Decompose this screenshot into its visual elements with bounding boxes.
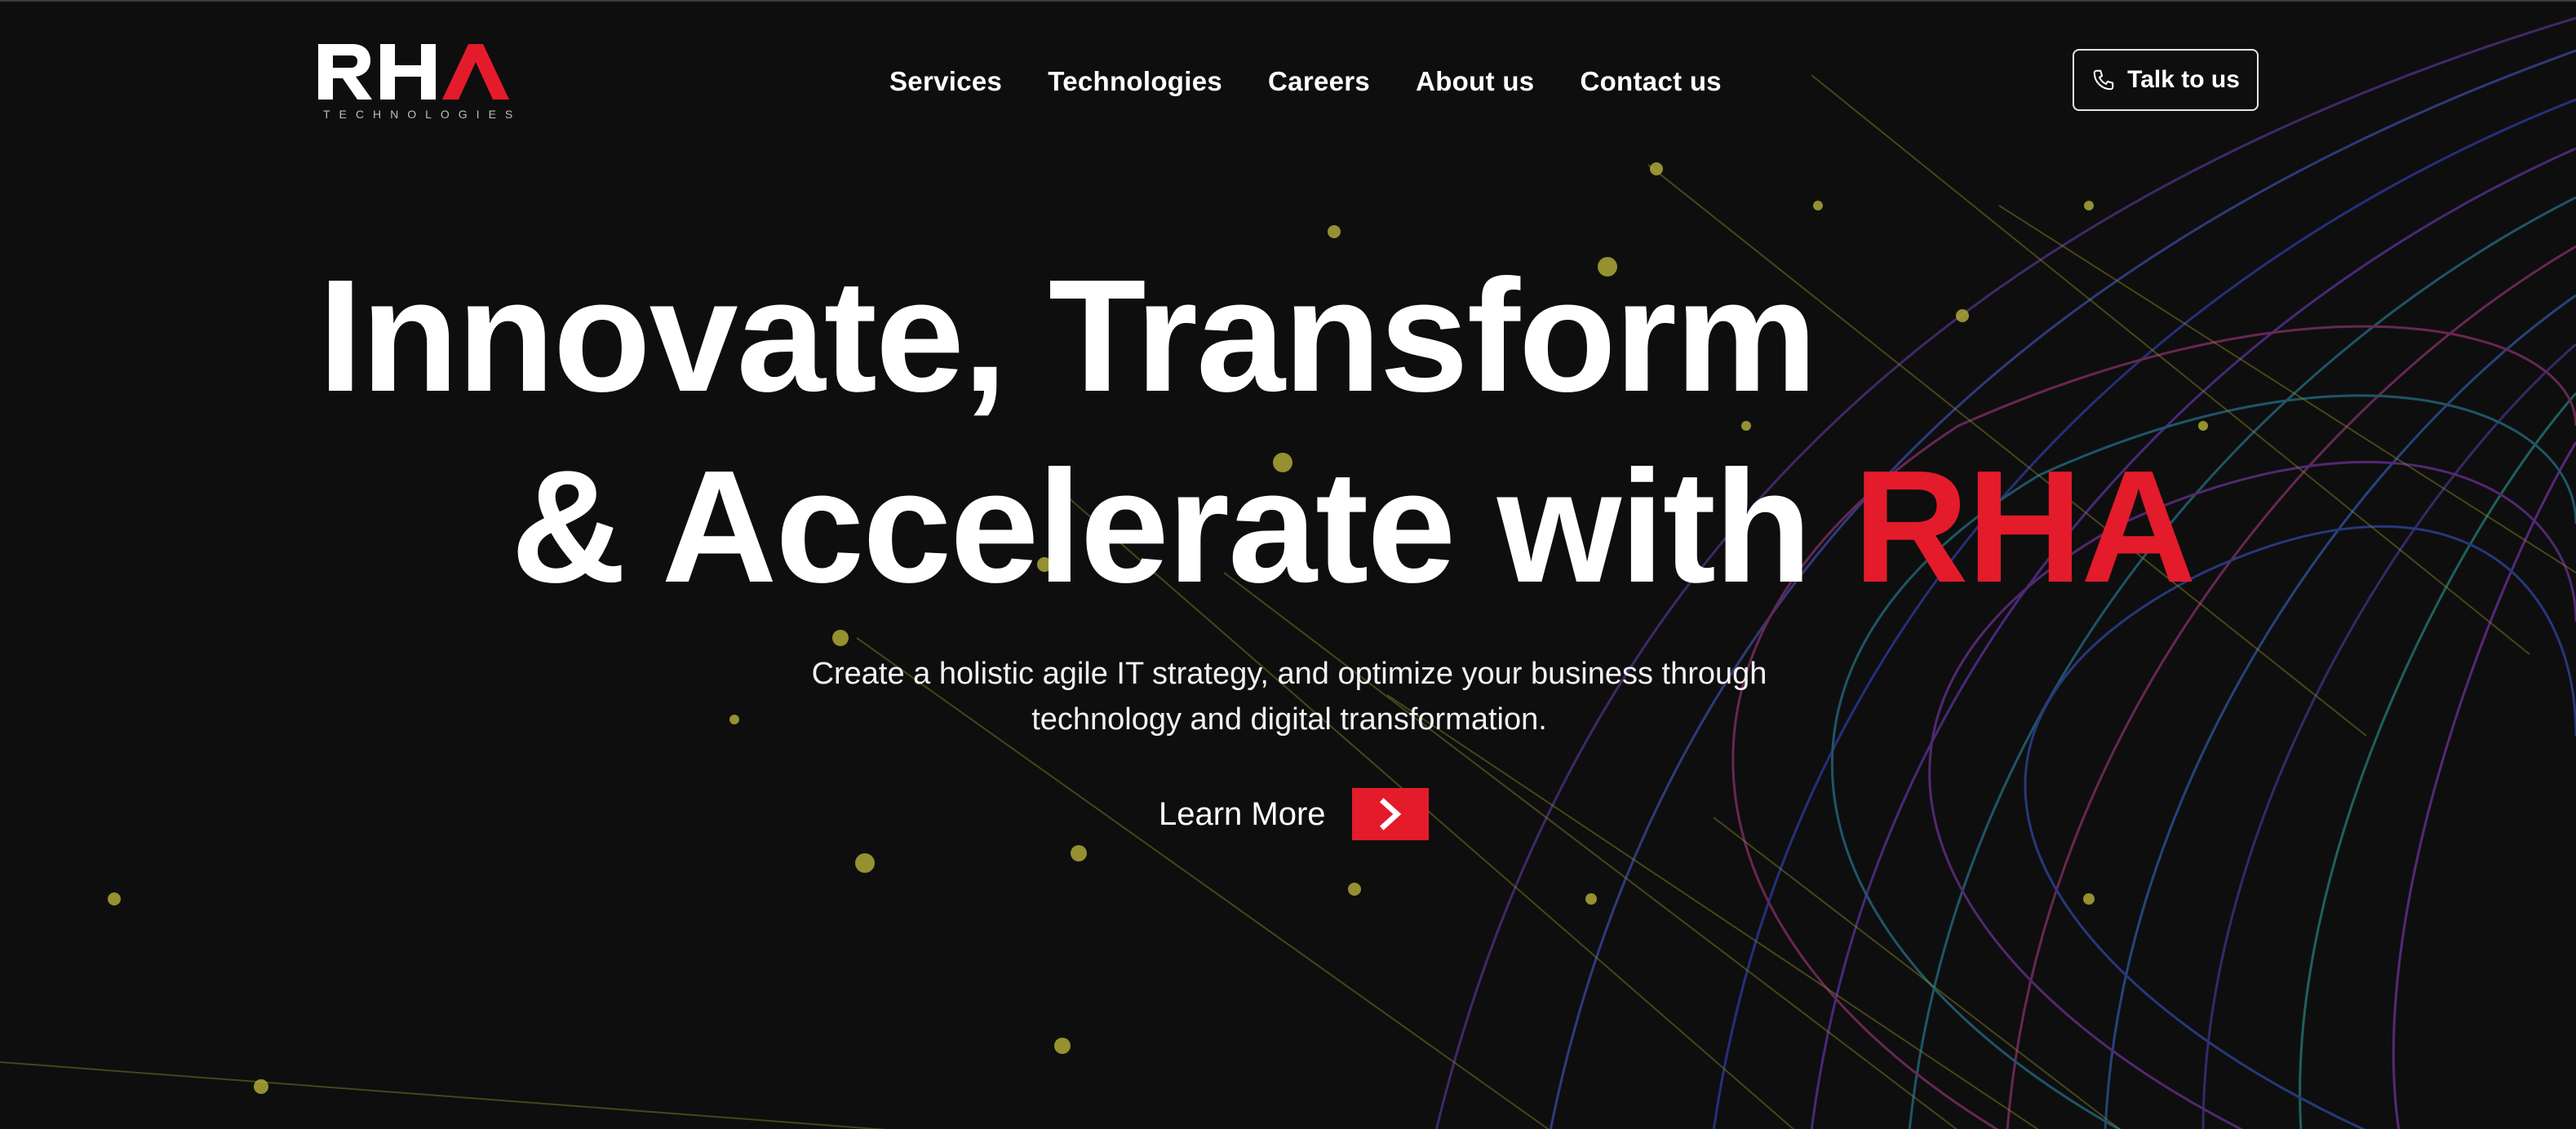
logo-subtext: TECHNOLOGIES [323,108,522,121]
learn-more-button[interactable]: Learn More [1159,786,1429,842]
chevron-right-icon [1379,798,1401,830]
hero-headline-accent: RHA [1853,437,2197,616]
hero-subtitle-line1: Create a holistic agile IT strategy, and… [811,657,1767,691]
main-nav: Services Technologies Careers About us C… [889,62,1722,101]
learn-more-arrow-box[interactable] [1351,788,1429,840]
hero-section: TECHNOLOGIES Services Technologies Caree… [0,0,2576,1129]
rha-logo[interactable]: TECHNOLOGIES [317,41,512,126]
nav-link-contact-us[interactable]: Contact us [1580,66,1722,97]
hero-headline-prefix: & Accelerate with [511,437,1812,616]
phone-icon [2093,69,2114,91]
nav-link-technologies[interactable]: Technologies [1048,66,1222,97]
hero-subtitle-line2: technology and digital transformation. [1031,702,1547,737]
nav-link-services[interactable]: Services [889,66,1002,97]
hero-headline-line1: Innovate, Transform [318,246,1817,425]
nav-link-about-us[interactable]: About us [1416,66,1534,97]
learn-more-label: Learn More [1159,795,1326,832]
talk-to-us-label: Talk to us [2127,66,2240,93]
nav-link-careers[interactable]: Careers [1268,66,1370,97]
hero-headline-line2: & Accelerate with RHA [511,447,2197,607]
talk-to-us-button[interactable]: Talk to us [2073,49,2259,111]
rha-logo-mark [318,44,509,100]
hero-subtitle: Create a holistic agile IT strategy, and… [734,651,1844,742]
